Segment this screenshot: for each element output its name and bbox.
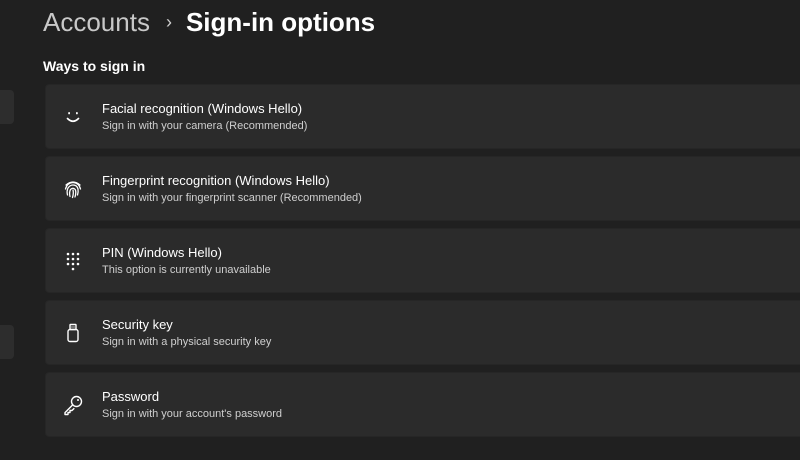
- option-subtitle: Sign in with a physical security key: [102, 336, 272, 348]
- breadcrumb-accounts-link[interactable]: Accounts: [43, 7, 150, 38]
- face-icon: [60, 104, 86, 130]
- option-title: Password: [102, 389, 160, 404]
- key-icon: [60, 392, 86, 418]
- usb-key-icon: [60, 320, 86, 346]
- breadcrumb: Accounts › Sign-in options: [43, 2, 375, 42]
- password-option[interactable]: Password Sign in with your account's pas…: [45, 372, 800, 437]
- keypad-icon: [60, 248, 86, 274]
- option-subtitle: Sign in with your account's password: [102, 408, 283, 420]
- settings-page: Accounts › Sign-in options Ways to sign …: [0, 0, 800, 460]
- section-title: Ways to sign in: [43, 58, 146, 74]
- pin-option[interactable]: PIN (Windows Hello) This option is curre…: [45, 228, 800, 293]
- option-subtitle: This option is currently unavailable: [102, 264, 271, 276]
- fingerprint-recognition-option[interactable]: Fingerprint recognition (Windows Hello) …: [45, 156, 800, 221]
- nav-item-stub[interactable]: [0, 90, 14, 124]
- facial-recognition-option[interactable]: Facial recognition (Windows Hello) Sign …: [45, 84, 800, 149]
- page-title: Sign-in options: [185, 6, 376, 37]
- nav-item-stub[interactable]: [0, 325, 14, 359]
- option-title: Facial recognition (Windows Hello): [102, 101, 303, 116]
- chevron-right-icon: ›: [165, 11, 172, 32]
- option-title: PIN (Windows Hello): [102, 245, 222, 260]
- option-subtitle: Sign in with your fingerprint scanner (R…: [102, 192, 362, 204]
- fingerprint-icon: [60, 176, 86, 202]
- option-title: Fingerprint recognition (Windows Hello): [102, 173, 330, 188]
- option-title: Security key: [102, 317, 173, 332]
- security-key-option[interactable]: Security key Sign in with a physical sec…: [45, 300, 800, 365]
- sign-in-options-list: Facial recognition (Windows Hello) Sign …: [45, 84, 800, 444]
- option-subtitle: Sign in with your camera (Recommended): [102, 120, 308, 132]
